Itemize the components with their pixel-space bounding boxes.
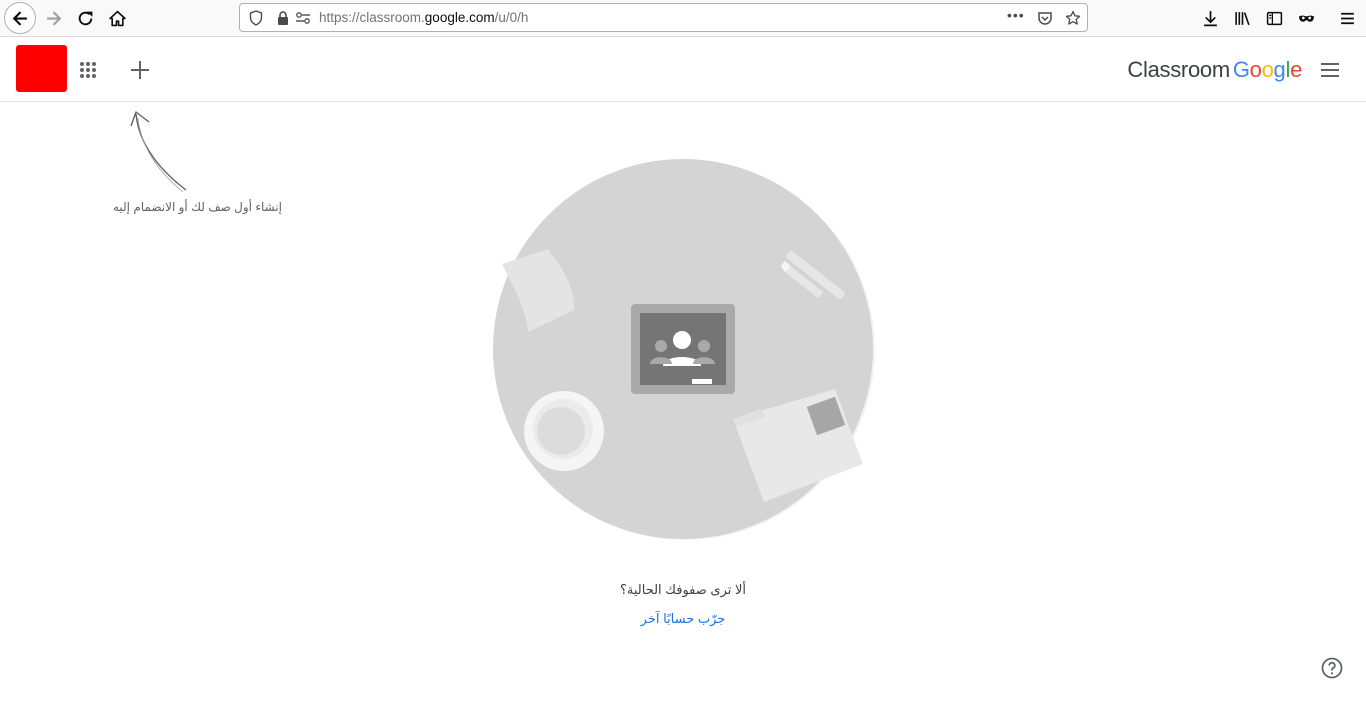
- empty-classroom-illustration: [493, 159, 875, 540]
- coffee-cup-icon: [524, 391, 604, 471]
- browser-menu-button[interactable]: [1333, 4, 1361, 32]
- main-menu-icon[interactable]: [1318, 58, 1342, 82]
- brand-google-letter: g: [1273, 57, 1286, 82]
- bookmark-star-icon[interactable]: [1065, 10, 1081, 26]
- classroom-board-icon: [631, 304, 735, 394]
- brand-google-letter: o: [1249, 57, 1262, 82]
- add-class-plus-icon[interactable]: [127, 57, 153, 83]
- home-button[interactable]: [103, 4, 131, 32]
- create-or-join-hint: إنشاء أول صف لك أو الانضمام إليه: [112, 200, 282, 214]
- tracking-shield-icon[interactable]: [248, 10, 264, 26]
- brand-google-letter: e: [1290, 57, 1302, 82]
- hint-arrow-icon: [130, 111, 187, 193]
- sidebar-icon: [1266, 11, 1282, 25]
- browser-toolbar: https://classroom.google.com/u/0/h •••: [0, 0, 1366, 37]
- url-text[interactable]: https://classroom.google.com/u/0/h: [319, 10, 528, 25]
- downloads-button[interactable]: [1196, 4, 1224, 32]
- download-icon: [1203, 10, 1217, 26]
- library-icon: [1234, 11, 1250, 25]
- forward-button[interactable]: [39, 4, 67, 32]
- url-path: /u/0/h: [494, 10, 529, 25]
- hamburger-icon: [1340, 12, 1354, 24]
- address-bar[interactable]: https://classroom.google.com/u/0/h •••: [239, 3, 1088, 32]
- back-arrow-icon: [12, 10, 27, 26]
- sidebar-button[interactable]: [1260, 4, 1288, 32]
- lock-icon[interactable]: [275, 10, 291, 26]
- home-icon: [108, 10, 126, 26]
- private-browsing-button[interactable]: [1292, 4, 1320, 32]
- permissions-icon[interactable]: [295, 10, 311, 26]
- classroom-header: Classroom Google: [0, 38, 1366, 102]
- switch-account-link[interactable]: جرّب حسابًا آخر: [583, 611, 783, 627]
- brand-google-letter: o: [1261, 57, 1274, 82]
- help-icon[interactable]: [1320, 656, 1344, 680]
- reload-icon: [78, 11, 92, 25]
- reload-button[interactable]: [71, 4, 99, 32]
- pocket-icon[interactable]: [1037, 10, 1053, 26]
- page-actions-menu-button[interactable]: •••: [1007, 7, 1025, 23]
- cant-see-classes-text: ألا ترى صفوفك الحالية؟: [619, 582, 746, 597]
- google-apps-grid-icon[interactable]: [76, 58, 100, 82]
- redacted-block: [16, 45, 67, 92]
- mask-icon: [1298, 15, 1314, 22]
- forward-arrow-icon: [46, 10, 61, 26]
- url-host: google.com: [424, 10, 495, 25]
- back-button[interactable]: [4, 2, 36, 34]
- url-prefix: https://classroom.: [319, 10, 425, 25]
- brand-google-letter: G: [1232, 57, 1250, 82]
- brand-product-name: Classroom: [1127, 57, 1230, 82]
- classroom-logo[interactable]: Classroom Google: [1127, 57, 1302, 83]
- library-button[interactable]: [1228, 4, 1256, 32]
